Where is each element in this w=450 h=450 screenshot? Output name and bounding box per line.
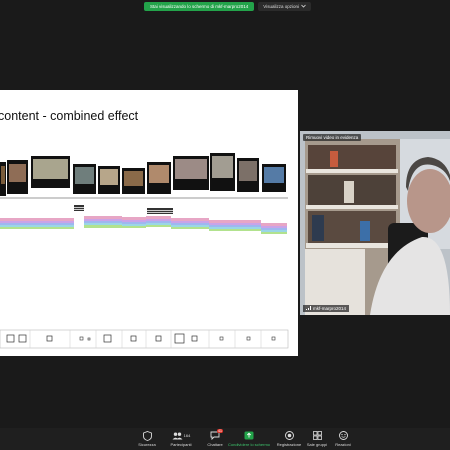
remove-spotlight-button[interactable]: Rimuovi video in evidenza bbox=[303, 134, 362, 141]
participants-icon: 164 bbox=[172, 430, 191, 441]
participant-video[interactable]: Rimuovi video in evidenza mkf-marpro2014 bbox=[300, 131, 450, 315]
security-button[interactable]: Sicurezza bbox=[130, 430, 164, 447]
zoom-window: Stai visualizzando lo schermo di mkf-mar… bbox=[0, 0, 450, 450]
thumbnail-image bbox=[1, 166, 5, 184]
reactions-icon bbox=[338, 430, 348, 441]
security-label: Sicurezza bbox=[138, 442, 156, 447]
thumbnail-image bbox=[264, 167, 284, 183]
participants-button[interactable]: 164 Partecipanti bbox=[164, 430, 198, 447]
breakout-rooms-icon bbox=[312, 430, 322, 441]
thumbnail-image bbox=[9, 164, 26, 182]
signal-bars-icon bbox=[306, 306, 311, 311]
thumbnail-image bbox=[100, 169, 118, 185]
view-options-button[interactable]: Visualizza opzioni bbox=[258, 2, 311, 11]
share-screen-button[interactable]: Condividere lo schermo bbox=[228, 430, 270, 447]
reactions-button[interactable]: Reazioni bbox=[326, 430, 360, 447]
chat-badge: 41 bbox=[217, 429, 223, 433]
video-frame bbox=[300, 131, 450, 315]
thumbnail-image bbox=[124, 171, 143, 186]
meeting-toolbar: Sicurezza 164 Partecipanti 41 Chattare C… bbox=[0, 428, 450, 450]
color-bands bbox=[0, 216, 287, 234]
participants-count: 164 bbox=[183, 433, 191, 438]
chat-icon: 41 bbox=[210, 429, 223, 441]
thumbnail-image bbox=[175, 159, 207, 179]
chat-label: Chattare bbox=[207, 442, 223, 447]
share-banner: Stai visualizzando lo schermo di mkf-mar… bbox=[144, 2, 311, 11]
shield-icon bbox=[142, 430, 152, 441]
chevron-down-icon bbox=[301, 2, 306, 11]
participant-name-tag: mkf-marpro2014 bbox=[303, 305, 350, 312]
striped-markers bbox=[74, 205, 173, 214]
thumbnail-strip bbox=[0, 153, 286, 196]
reactions-label: Reazioni bbox=[335, 442, 351, 447]
participants-label: Partecipanti bbox=[170, 442, 192, 447]
thumbnail-image bbox=[239, 161, 257, 181]
view-options-label: Visualizza opzioni bbox=[263, 4, 299, 9]
participant-name: mkf-marpro2014 bbox=[313, 306, 347, 311]
thumbnail-image bbox=[212, 156, 233, 178]
thumbnail-image bbox=[149, 165, 169, 183]
thumbnail-image bbox=[75, 167, 94, 184]
slide-figure bbox=[0, 153, 289, 349]
shared-slide: content - combined effect bbox=[0, 90, 298, 356]
chat-button[interactable]: 41 Chattare bbox=[198, 429, 232, 447]
record-label: Registrazione bbox=[276, 442, 302, 447]
thumbnail-image bbox=[33, 159, 68, 179]
share-screen-label: Condividere lo schermo bbox=[227, 442, 271, 447]
breakout-rooms-label: Sale gruppi bbox=[306, 442, 328, 447]
square-marker-row bbox=[0, 329, 289, 349]
sharing-status-pill[interactable]: Stai visualizzando lo schermo di mkf-mar… bbox=[144, 2, 255, 11]
record-icon bbox=[284, 430, 294, 441]
share-screen-icon bbox=[244, 430, 254, 441]
